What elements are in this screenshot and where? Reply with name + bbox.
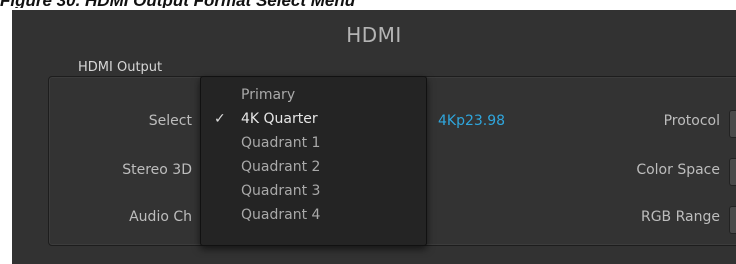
menu-item-quadrant-4[interactable]: Quadrant 4	[201, 203, 426, 227]
menu-item-label: Primary	[241, 87, 296, 103]
menu-item-quadrant-1[interactable]: Quadrant 1	[201, 131, 426, 155]
audio-ch-label: Audio Ch	[129, 209, 192, 225]
menu-item-label: Quadrant 3	[241, 183, 321, 199]
menu-item-label: Quadrant 2	[241, 159, 321, 175]
rgb-range-label: RGB Range	[640, 209, 720, 225]
color-space-select[interactable]	[729, 158, 736, 186]
panel-title: HDMI	[346, 23, 402, 47]
stereo-3d-label: Stereo 3D	[122, 162, 192, 178]
select-dropdown-menu: Primary ✓ 4K Quarter Quadrant 1 Quadrant…	[200, 76, 427, 246]
menu-item-label: Quadrant 4	[241, 207, 321, 223]
protocol-select[interactable]	[729, 110, 736, 138]
figure-caption: Figure 30. HDMI Output Format Select Men…	[0, 0, 355, 8]
menu-item-primary[interactable]: Primary	[201, 83, 426, 107]
menu-item-label: 4K Quarter	[241, 111, 318, 127]
color-space-label: Color Space	[636, 162, 720, 178]
menu-item-quadrant-3[interactable]: Quadrant 3	[201, 179, 426, 203]
protocol-label: Protocol	[663, 113, 720, 129]
rgb-range-select[interactable]	[729, 206, 736, 234]
hdmi-output-section-label: HDMI Output	[78, 60, 163, 75]
menu-item-4k-quarter[interactable]: ✓ 4K Quarter	[201, 107, 426, 131]
checkmark-icon: ✓	[214, 111, 226, 127]
output-format-value[interactable]: 4Kp23.98	[438, 113, 505, 129]
menu-item-quadrant-2[interactable]: Quadrant 2	[201, 155, 426, 179]
select-label: Select	[148, 113, 192, 129]
menu-item-label: Quadrant 1	[241, 135, 321, 151]
